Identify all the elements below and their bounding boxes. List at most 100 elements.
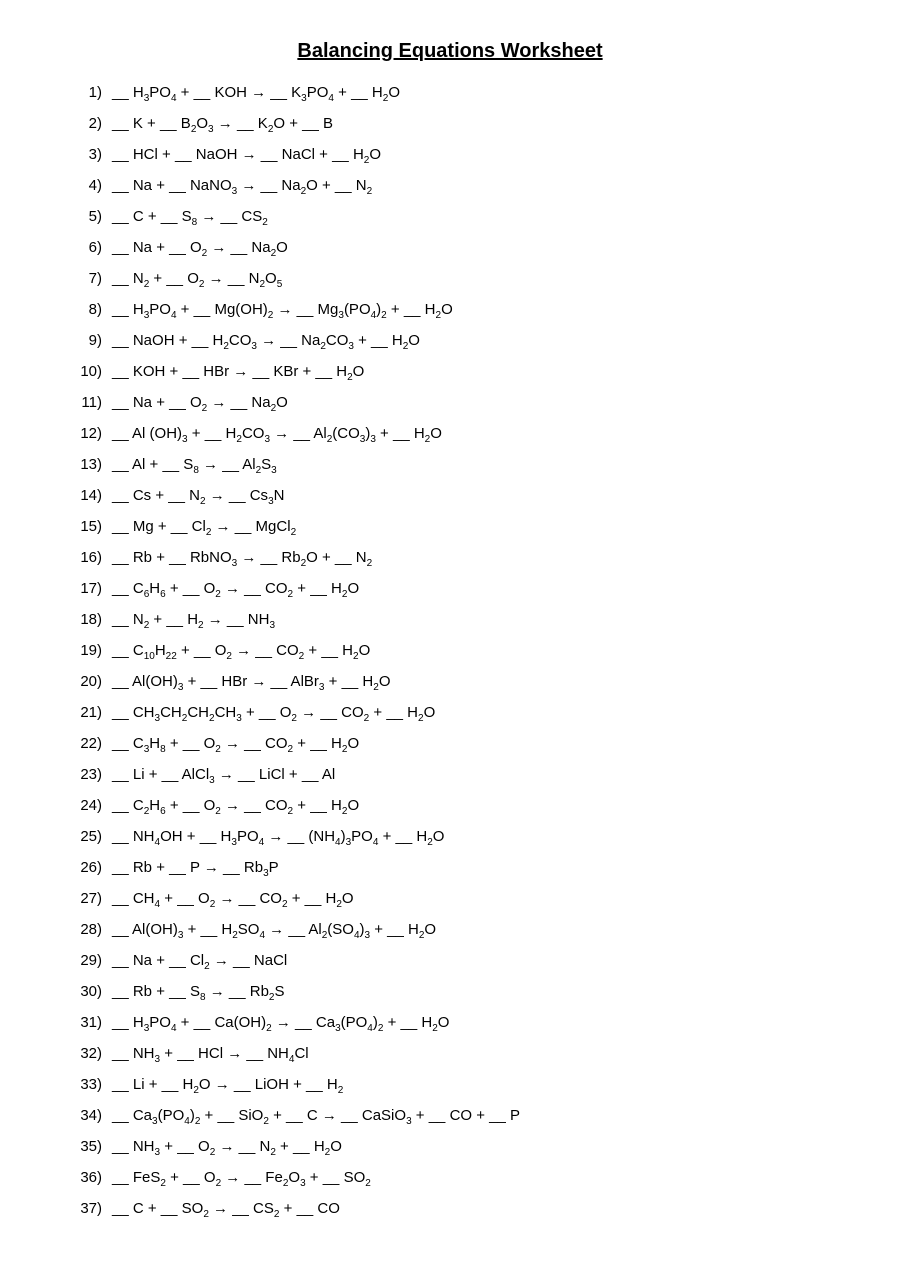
equation-row: 37) __ C + __ SO2 → __ CS2 + __ CO: [60, 1197, 840, 1223]
equation-number: 7): [60, 267, 102, 291]
equation-content: __ Al(OH)3 + __ HBr → __ AlBr3 + __ H2O: [112, 670, 390, 696]
equation-number: 4): [60, 174, 102, 198]
equation-number: 25): [60, 825, 102, 849]
equation-number: 14): [60, 484, 102, 508]
equation-content: __ C2H6 + __ O2 → __ CO2 + __ H2O: [112, 794, 359, 820]
equation-row: 20) __ Al(OH)3 + __ HBr → __ AlBr3 + __ H…: [60, 670, 840, 696]
equation-number: 13): [60, 453, 102, 477]
equation-content: __ NaOH + __ H2CO3 → __ Na2CO3 + __ H2O: [112, 329, 420, 355]
equation-row: 19) __ C10H22 + __ O2 → __ CO2 + __ H2O: [60, 639, 840, 665]
equation-content: __ Li + __ H2O → __ LiOH + __ H2: [112, 1073, 343, 1099]
equation-content: __ C10H22 + __ O2 → __ CO2 + __ H2O: [112, 639, 370, 665]
equation-row: 14) __ Cs + __ N2 → __ Cs3N: [60, 484, 840, 510]
equation-number: 18): [60, 608, 102, 632]
equation-row: 32)__ NH3 + __ HCl → __ NH4Cl: [60, 1042, 840, 1068]
equation-content: __ H3PO4 + __ KOH → __ K3PO4 + __ H2O: [112, 81, 400, 107]
equation-content: __ C6H6 + __ O2 → __ CO2 + __ H2O: [112, 577, 359, 603]
equation-row: 26) __ Rb + __ P → __ Rb3P: [60, 856, 840, 882]
equation-content: __ KOH + __ HBr → __ KBr + __ H2O: [112, 360, 364, 386]
equation-number: 2): [60, 112, 102, 136]
equation-number: 31): [60, 1011, 102, 1035]
equation-row: 10) __ KOH + __ HBr → __ KBr + __ H2O: [60, 360, 840, 386]
equation-row: 8)__ H3PO4 + __ Mg(OH)2 → __ Mg3(PO4)2 +…: [60, 298, 840, 324]
equation-row: 24)__ C2H6 + __ O2 → __ CO2 + __ H2O: [60, 794, 840, 820]
equation-content: __ N2 + __ H2 → __ NH3: [112, 608, 275, 634]
equation-content: __ C + __ SO2 → __ CS2 + __ CO: [112, 1197, 340, 1223]
equation-row: 18) __ N2 + __ H2 → __ NH3: [60, 608, 840, 634]
equation-number: 22): [60, 732, 102, 756]
equation-row: 3) __ HCl + __ NaOH → __ NaCl + __ H2O: [60, 143, 840, 169]
equation-number: 5): [60, 205, 102, 229]
equation-number: 6): [60, 236, 102, 260]
equation-content: __ NH3 + __ HCl → __ NH4Cl: [112, 1042, 309, 1068]
equation-content: __ Na + __ Cl2 → __ NaCl: [112, 949, 287, 975]
equation-content: __ Li + __ AlCl3 → __ LiCl + __ Al: [112, 763, 335, 789]
equation-number: 17): [60, 577, 102, 601]
equation-number: 23): [60, 763, 102, 787]
equation-content: __ H3PO4 + __ Mg(OH)2 → __ Mg3(PO4)2 + _…: [112, 298, 453, 324]
equation-number: 21): [60, 701, 102, 725]
equation-row: 31) __ H3PO4 + __ Ca(OH)2 → __ Ca3(PO4)2 …: [60, 1011, 840, 1037]
page-title: Balancing Equations Worksheet: [60, 40, 840, 63]
equation-row: 27) __ CH4 + __ O2 → __ CO2 + __ H2O: [60, 887, 840, 913]
equation-content: __ Ca3(PO4)2 + __ SiO2 + __ C → __ CaSiO…: [112, 1104, 520, 1130]
equation-content: __ C + __ S8 → __ CS2: [112, 205, 268, 231]
equation-row: 4) __ Na + __ NaNO3 → __ Na2O + __ N2: [60, 174, 840, 200]
equation-number: 28): [60, 918, 102, 942]
equation-row: 17) __ C6H6 + __ O2 → __ CO2 + __ H2O: [60, 577, 840, 603]
equation-number: 35): [60, 1135, 102, 1159]
equation-number: 30): [60, 980, 102, 1004]
equation-content: __ Al + __ S8 → __ Al2S3: [112, 453, 277, 479]
equation-number: 37): [60, 1197, 102, 1221]
equation-row: 13) __ Al + __ S8 → __ Al2S3: [60, 453, 840, 479]
equation-content: __ Al (OH)3 + __ H2CO3 → __ Al2(CO3)3 + …: [112, 422, 442, 448]
equation-row: 34)__ Ca3(PO4)2 + __ SiO2 + __ C → __ Ca…: [60, 1104, 840, 1130]
equation-content: __ H3PO4 + __ Ca(OH)2 → __ Ca3(PO4)2 + _…: [112, 1011, 449, 1037]
equation-number: 20): [60, 670, 102, 694]
equation-content: __ Rb + __ RbNO3 → __ Rb2O + __ N2: [112, 546, 372, 572]
equation-row: 11) __ Na + __ O2 → __ Na2O: [60, 391, 840, 417]
equation-row: 5) __ C + __ S8 → __ CS2: [60, 205, 840, 231]
equation-number: 33): [60, 1073, 102, 1097]
equation-number: 3): [60, 143, 102, 167]
equation-content: __ NH4OH + __ H3PO4 → __ (NH4)3PO4 + __ …: [112, 825, 444, 851]
equation-content: __ Rb + __ P → __ Rb3P: [112, 856, 279, 882]
equation-content: __ Na + __ NaNO3 → __ Na2O + __ N2: [112, 174, 372, 200]
equation-content: __ Al(OH)3 + __ H2SO4 → __ Al2(SO4)3 + _…: [112, 918, 436, 944]
equation-number: 19): [60, 639, 102, 663]
equation-row: 25) __ NH4OH + __ H3PO4 → __ (NH4)3PO4 + …: [60, 825, 840, 851]
equation-content: __ K + __ B2O3 → __ K2O + __ B: [112, 112, 333, 138]
equation-content: __ Na + __ O2 → __ Na2O: [112, 391, 288, 417]
equation-row: 29)__ Na + __ Cl2 → __ NaCl: [60, 949, 840, 975]
equation-number: 10): [60, 360, 102, 384]
equation-content: __ N2 + __ O2 → __ N2O5: [112, 267, 282, 293]
equation-row: 7) __ N2 + __ O2 → __ N2O5: [60, 267, 840, 293]
equation-row: 2) __ K + __ B2O3 → __ K2O + __ B: [60, 112, 840, 138]
equation-number: 9): [60, 329, 102, 353]
equation-row: 33) __ Li + __ H2O → __ LiOH + __ H2: [60, 1073, 840, 1099]
equation-content: __ FeS2 + __ O2 → __ Fe2O3 + __ SO2: [112, 1166, 371, 1192]
equation-row: 21) __ CH3CH2CH2CH3 + __ O2 → __ CO2 + __…: [60, 701, 840, 727]
equation-number: 11): [60, 391, 102, 415]
equation-content: __ CH4 + __ O2 → __ CO2 + __ H2O: [112, 887, 354, 913]
equation-number: 16): [60, 546, 102, 570]
equation-content: __ C3H8 + __ O2 → __ CO2 + __ H2O: [112, 732, 359, 758]
equation-row: 35)__ NH3 + __ O2 → __ N2 + __ H2O: [60, 1135, 840, 1161]
equation-content: __ Cs + __ N2 → __ Cs3N: [112, 484, 284, 510]
equation-row: 22) __ C3H8 + __ O2 → __ CO2 + __ H2O: [60, 732, 840, 758]
equation-content: __ Mg + __ Cl2 → __ MgCl2: [112, 515, 296, 541]
equation-content: __ CH3CH2CH2CH3 + __ O2 → __ CO2 + __ H2…: [112, 701, 435, 727]
equation-number: 12): [60, 422, 102, 446]
equation-number: 27): [60, 887, 102, 911]
equation-content: __ Rb + __ S8 → __ Rb2S: [112, 980, 285, 1006]
equation-number: 36): [60, 1166, 102, 1190]
equation-row: 12) __ Al (OH)3 + __ H2CO3 → __ Al2(CO3)3…: [60, 422, 840, 448]
equation-row: 1)__ H3PO4 + __ KOH → __ K3PO4 + __ H2O: [60, 81, 840, 107]
equation-row: 23) __ Li + __ AlCl3 → __ LiCl + __ Al: [60, 763, 840, 789]
equation-row: 30) __ Rb + __ S8 → __ Rb2S: [60, 980, 840, 1006]
equation-row: 28) __ Al(OH)3 + __ H2SO4 → __ Al2(SO4)3 …: [60, 918, 840, 944]
equation-number: 26): [60, 856, 102, 880]
equations-list: 1)__ H3PO4 + __ KOH → __ K3PO4 + __ H2O 2…: [60, 81, 840, 1223]
equation-content: __ HCl + __ NaOH → __ NaCl + __ H2O: [112, 143, 381, 169]
equation-row: 36) __ FeS2 + __ O2 → __ Fe2O3 + __ SO2: [60, 1166, 840, 1192]
